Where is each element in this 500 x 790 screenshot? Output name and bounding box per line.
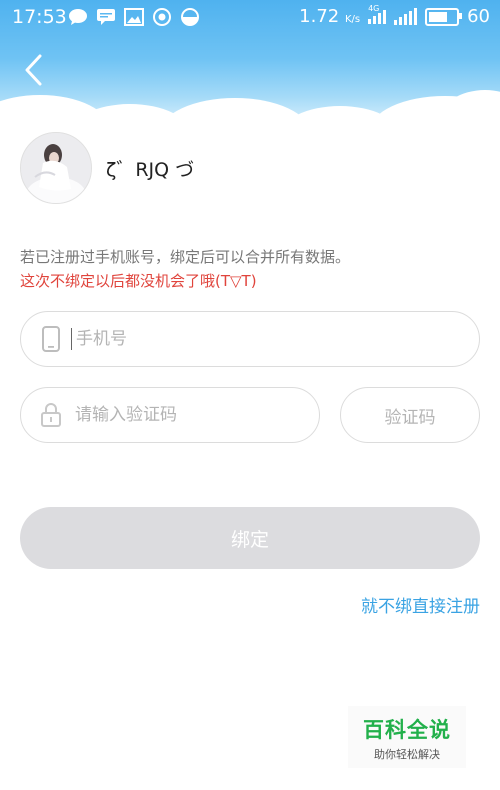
bind-info-text: 若已注册过手机账号，绑定后可以合并所有数据。: [20, 248, 351, 266]
code-field[interactable]: [20, 387, 320, 443]
skip-bind-link[interactable]: 就不绑直接注册: [361, 592, 480, 617]
phone-input[interactable]: [74, 328, 445, 350]
chevron-left-icon: [25, 54, 42, 86]
chat-bubble-icon: [68, 8, 88, 26]
phone-field[interactable]: [20, 311, 480, 367]
status-bar: 17:53 1.72 K/s 4G 60: [0, 0, 500, 36]
bind-button[interactable]: 绑定: [20, 507, 480, 569]
watermark-title: 百科全说: [363, 718, 451, 742]
notification-icons: [68, 8, 200, 26]
back-button[interactable]: [18, 50, 54, 90]
status-right: 1.72 K/s 4G 60: [299, 4, 490, 28]
header: 17:53 1.72 K/s 4G 60: [0, 0, 500, 130]
battery-icon: [425, 7, 463, 26]
avatar-image: [21, 133, 91, 203]
avatar[interactable]: [20, 132, 92, 204]
code-input[interactable]: [73, 404, 316, 426]
lock-icon: [37, 401, 65, 429]
phone-icon: [37, 325, 65, 353]
app-icon: [152, 8, 172, 26]
signal-4g-icon: 4G: [368, 4, 387, 24]
watermark: 百科全说 助你轻松解决: [348, 706, 466, 768]
toggle-icon: [180, 8, 200, 26]
watermark-subtitle: 助你轻松解决: [374, 748, 440, 761]
network-speed: 1.72 K/s: [299, 6, 361, 27]
message-icon: [96, 8, 116, 26]
bind-warning-text: 这次不绑定以后都没机会了哦(T▽T): [20, 272, 257, 290]
image-icon: [124, 8, 144, 26]
status-time: 17:53: [12, 6, 67, 28]
signal-icon: [394, 8, 418, 25]
text-cursor: [71, 328, 72, 350]
get-code-button[interactable]: 验证码: [340, 387, 480, 443]
profile: ζ゛RJQ づ: [20, 132, 194, 204]
battery-level: 60: [467, 6, 490, 27]
username: ζ゛RJQ づ: [106, 158, 195, 181]
